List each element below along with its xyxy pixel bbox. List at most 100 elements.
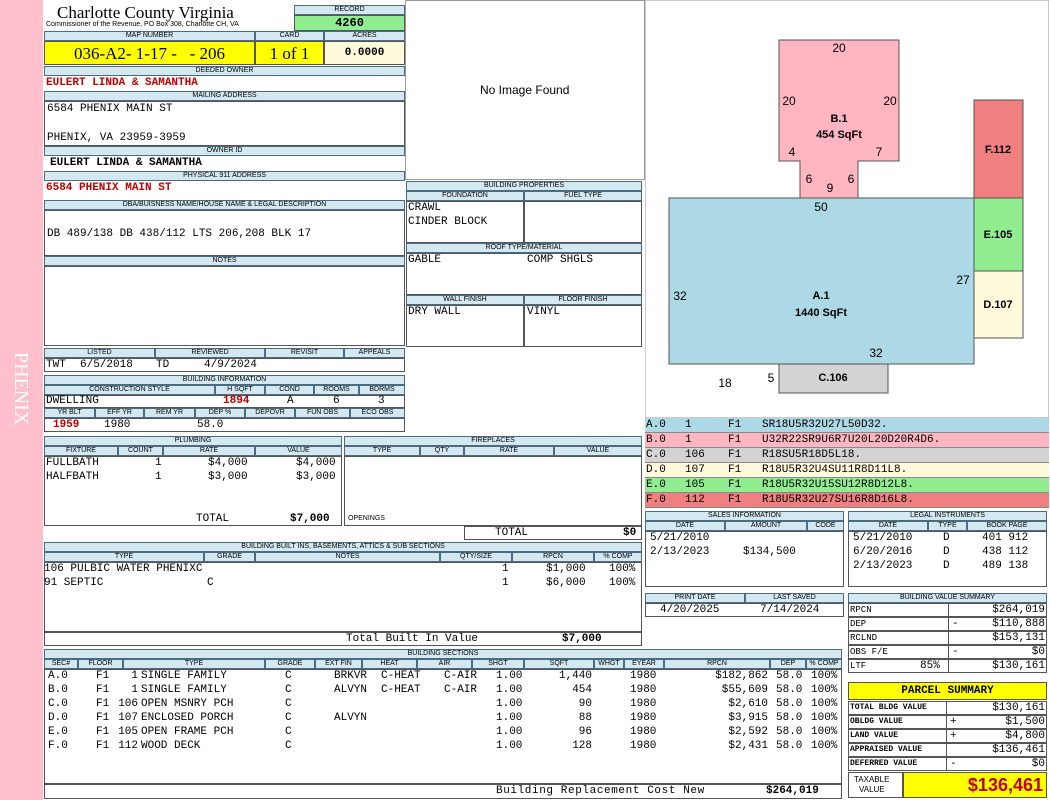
section-extfin: ALVYN bbox=[334, 712, 368, 724]
vector-floor: F1 bbox=[728, 419, 742, 431]
parcel-label: APPRAISED VALUE bbox=[850, 745, 923, 754]
section-sqft: 90 bbox=[578, 698, 592, 710]
section-eyear: 1980 bbox=[630, 670, 657, 682]
legal-book-label: BOOK PAGE bbox=[967, 521, 1047, 531]
sections-col-floor: FLOOR bbox=[78, 659, 123, 669]
yrblt-value: 1959 bbox=[53, 419, 80, 431]
sections-col-sqft: SQFT bbox=[524, 659, 594, 669]
section-air: C-AIR bbox=[444, 670, 478, 682]
bvs-label: DEP bbox=[850, 619, 867, 629]
legal-book: 489 138 bbox=[982, 560, 1029, 572]
foundation-value-2: CINDER BLOCK bbox=[408, 216, 488, 228]
parcel-label: OBLDG VALUE bbox=[850, 717, 903, 726]
builtins-notes-label: NOTES bbox=[255, 552, 440, 562]
sections-col-dep: DEP bbox=[770, 659, 806, 669]
sections-col-shgt: SHGT bbox=[472, 659, 524, 669]
section-air: C-AIR bbox=[444, 684, 478, 696]
plumbing-count: 1 bbox=[155, 471, 162, 483]
reviewed-label: REVIEWED bbox=[155, 348, 265, 358]
section-rpcn: $2,592 bbox=[728, 726, 768, 738]
builtins-type-label: TYPE bbox=[44, 552, 204, 562]
section-type: WOOD DECK bbox=[141, 740, 201, 752]
last-saved-label: LAST SAVED bbox=[745, 593, 844, 603]
parcel-summary-title: PARCEL SUMMARY bbox=[848, 682, 1047, 700]
roof-value-2: COMP SHGLS bbox=[527, 254, 594, 266]
section-num: 1 bbox=[131, 684, 138, 696]
fueltype-box bbox=[524, 201, 642, 243]
print-date-value: 4/20/2025 bbox=[660, 604, 720, 616]
parcel-sign: - bbox=[950, 758, 957, 770]
plumbing-fixture: FULLBATH bbox=[46, 457, 99, 469]
bvs-sign-cell bbox=[948, 603, 949, 617]
builtins-comp-label: % COMP bbox=[594, 552, 642, 562]
vector-row: C.0 106 F1 R18SU5R18D5L18. bbox=[645, 448, 1049, 463]
parcel-sign: + bbox=[950, 730, 957, 742]
bvs-sign-cell bbox=[948, 645, 949, 659]
bvs-value: $153,131 bbox=[992, 632, 1045, 644]
parcel-value: $0 bbox=[1031, 758, 1045, 770]
section-eyear: 1980 bbox=[630, 726, 657, 738]
section-sec: A.0 bbox=[48, 670, 68, 682]
parcel-sign-cell bbox=[946, 715, 947, 729]
vector-num: 105 bbox=[685, 479, 705, 491]
vector-num: 1 bbox=[685, 419, 692, 431]
builtins-total: $7,000 bbox=[562, 633, 602, 645]
floor-finish-label: FLOOR FINISH bbox=[524, 295, 642, 305]
vector-string: R18U5R32U27SU16R8D16L8. bbox=[762, 494, 914, 506]
sketch-f-name: F.112 bbox=[985, 144, 1011, 156]
vector-num: 107 bbox=[685, 464, 705, 476]
owner-id-label: OWNER ID bbox=[44, 146, 405, 156]
record-label: RECORD bbox=[294, 5, 405, 15]
bvs-label: LTF bbox=[850, 661, 867, 671]
builtin-type: 106 PULBIC WATER PHENIXC bbox=[44, 563, 203, 575]
section-rpcn: $2,431 bbox=[728, 740, 768, 752]
sketch-e-name: E.105 bbox=[984, 229, 1013, 241]
builtins-title: BUILDING BUILT INS, BASEMENTS, ATTICS & … bbox=[44, 542, 642, 552]
revisit-label: REVISIT bbox=[265, 348, 344, 358]
floor-finish-value: VINYL bbox=[527, 306, 561, 318]
dim-b-left: 20 bbox=[782, 94, 796, 108]
foundation-label: FOUNDATION bbox=[406, 191, 524, 201]
bdrms-value: 3 bbox=[378, 395, 385, 407]
section-eyear: 1980 bbox=[630, 684, 657, 696]
section-type: OPEN FRAME PCH bbox=[141, 726, 234, 738]
sections-col-whgt: WHGT bbox=[594, 659, 624, 669]
fireplace-qty-label: QTY bbox=[420, 446, 464, 456]
plumbing-value-label: VALUE bbox=[255, 446, 342, 456]
section-sqft: 1,440 bbox=[558, 670, 592, 682]
map-number-label: MAP NUMBER bbox=[44, 31, 255, 41]
bvs-sign-cell bbox=[948, 659, 949, 673]
section-type: OPEN MSNRY PCH bbox=[141, 698, 234, 710]
effyr-value: 1980 bbox=[104, 419, 131, 431]
vector-floor: F1 bbox=[728, 479, 742, 491]
section-num: 105 bbox=[118, 726, 138, 738]
parcel-sign-cell bbox=[946, 729, 947, 743]
construction-style-label: CONSTRUCTION STYLE bbox=[44, 385, 215, 395]
hsqft-value: 1894 bbox=[223, 395, 250, 407]
wall-finish-label: WALL FINISH bbox=[406, 295, 524, 305]
fireplace-rate-label: RATE bbox=[464, 446, 554, 456]
record-value: 4260 bbox=[294, 15, 405, 31]
dim-b-6-left: 6 bbox=[806, 172, 813, 186]
last-saved-value: 7/14/2024 bbox=[760, 604, 820, 616]
fireplace-type-label: TYPE bbox=[344, 446, 420, 456]
ecoobs-label: ECO OBS bbox=[350, 408, 405, 418]
notes-label: NOTES bbox=[44, 256, 405, 266]
owner-id-value: EULERT LINDA & SAMANTHA bbox=[50, 157, 202, 169]
legal-date: 2/13/2023 bbox=[853, 560, 913, 572]
county-subtitle: Commissioner of the Revenue, PO Box 308,… bbox=[46, 21, 239, 28]
plumbing-title: PLUMBING bbox=[44, 436, 342, 446]
dim-a-left: 32 bbox=[673, 289, 687, 303]
section-comp: 100% bbox=[811, 726, 838, 738]
section-shgt: 1.00 bbox=[496, 698, 523, 710]
section-grade: C bbox=[285, 670, 292, 682]
vector-code: D.0 bbox=[646, 464, 666, 476]
acres-value: 0.0000 bbox=[324, 41, 405, 65]
reviewed-date: 4/9/2024 bbox=[204, 359, 257, 371]
sales-date: 2/13/2023 bbox=[650, 546, 710, 558]
deeded-owner-label: DEEDED OWNER bbox=[44, 66, 405, 76]
parcel-sign-cell bbox=[946, 757, 947, 771]
openings-label: OPENINGS bbox=[348, 515, 385, 522]
vector-code: A.0 bbox=[646, 419, 666, 431]
section-shgt: 1.00 bbox=[496, 712, 523, 724]
